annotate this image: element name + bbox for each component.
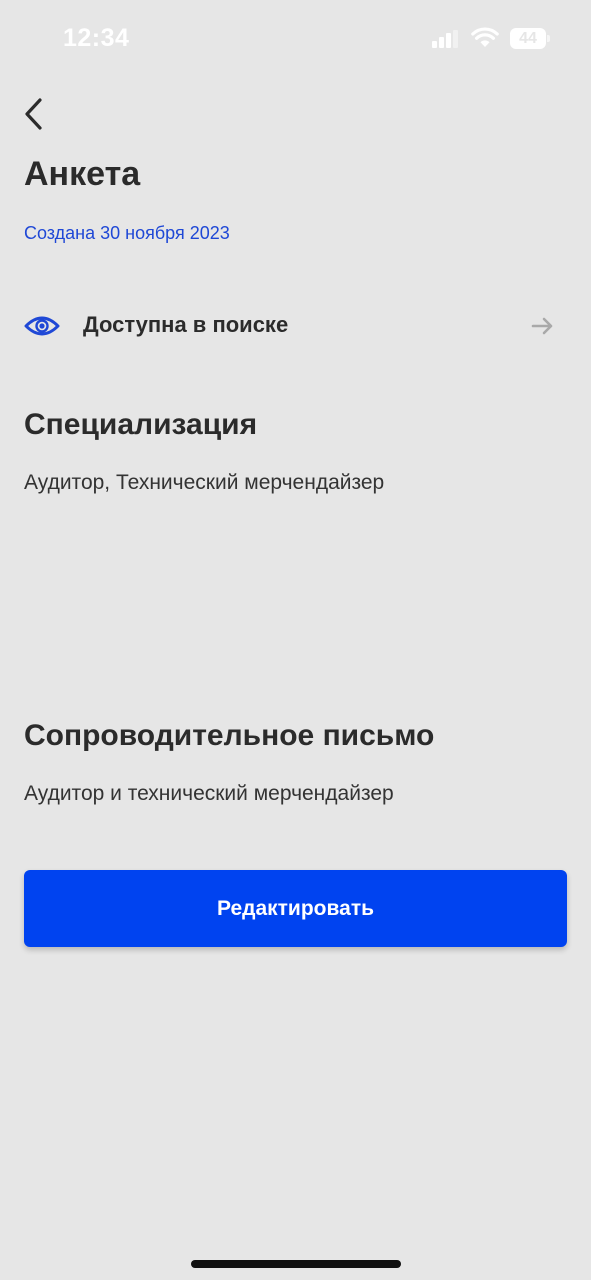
created-date: Создана 30 ноября 2023 <box>24 223 230 243</box>
specialization-text: Аудитор, Технический мерчендайзер <box>24 471 385 494</box>
arrow-right-icon <box>531 317 553 335</box>
status-time: 12:34 <box>63 24 130 52</box>
battery-tip <box>547 35 550 42</box>
page-title: Анкета <box>24 155 141 193</box>
cellular-signal-icon <box>432 30 458 48</box>
home-indicator <box>191 1260 401 1268</box>
wifi-icon <box>471 27 499 47</box>
search-visibility-row[interactable]: Доступна в поиске <box>0 298 591 356</box>
cover-letter-title: Сопроводительное письмо <box>24 719 435 752</box>
cover-letter-text: Аудитор и технический мерчендайзер <box>24 782 394 805</box>
search-visibility-label: Доступна в поиске <box>83 312 289 337</box>
back-button[interactable] <box>20 94 50 134</box>
chevron-left-icon <box>25 98 42 130</box>
edit-button[interactable]: Редактировать <box>24 870 567 947</box>
eye-icon <box>24 316 60 336</box>
battery-indicator: 44 <box>510 28 546 49</box>
status-bar: 12:34 44 <box>0 0 591 80</box>
specialization-title: Специализация <box>24 408 258 441</box>
